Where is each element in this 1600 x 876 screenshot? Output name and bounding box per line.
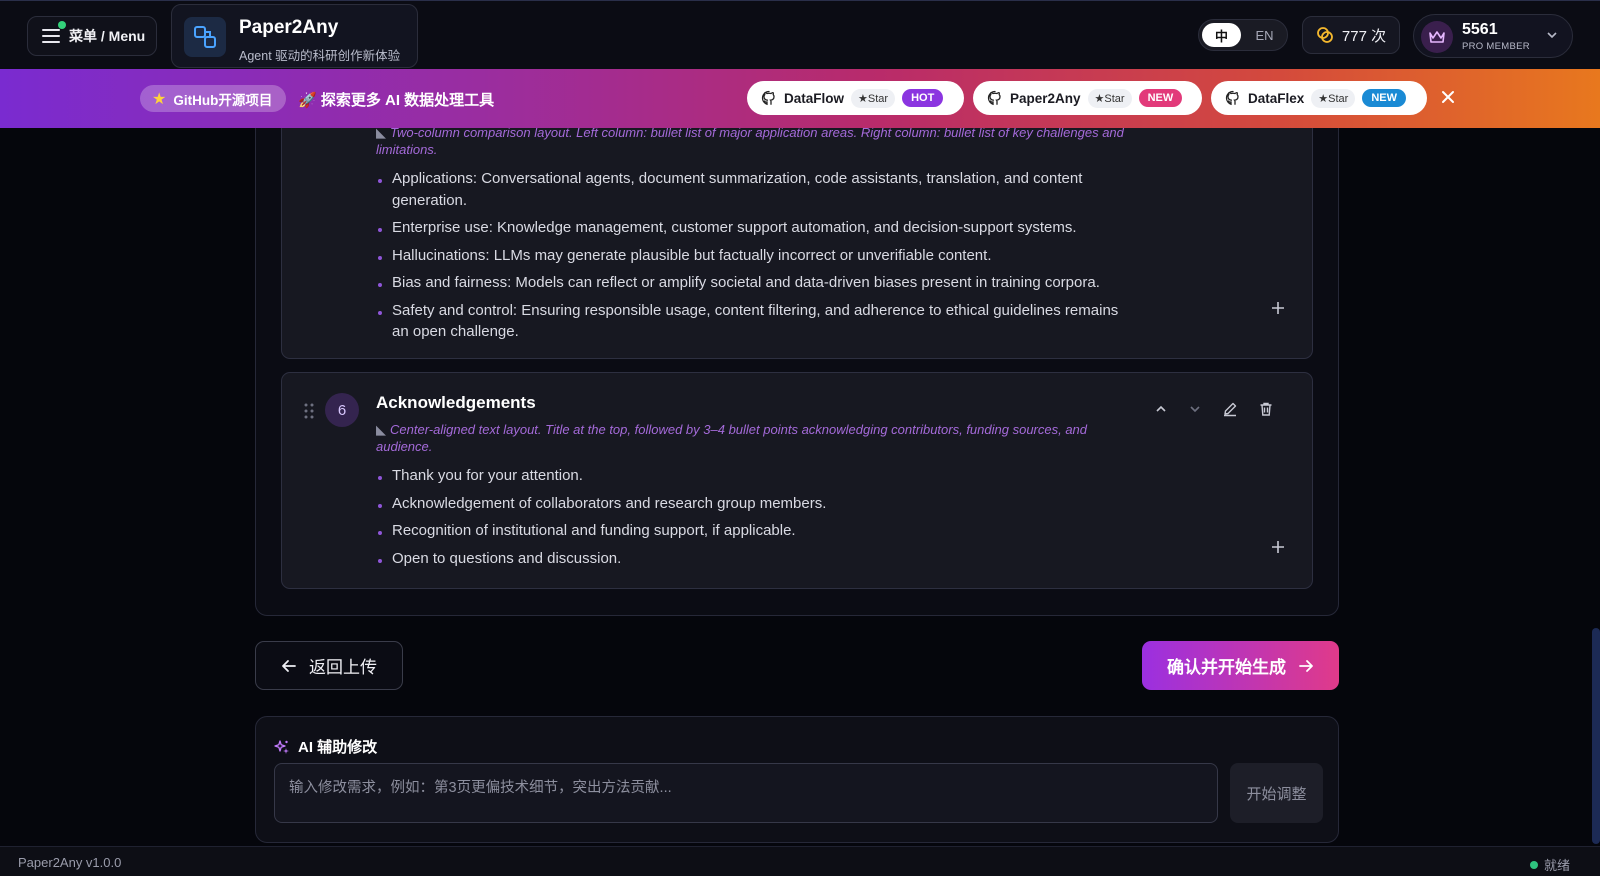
add-bullet-button[interactable] xyxy=(1270,298,1286,320)
notification-dot xyxy=(58,21,66,29)
confirm-label: 确认并开始生成 xyxy=(1167,658,1286,677)
outline-section-6: 6 Acknowledgements ◣ Center-aligned text … xyxy=(281,372,1313,589)
menu-button[interactable]: 菜单 / Menu xyxy=(27,16,157,56)
bullet-item[interactable]: Hallucinations: LLMs may generate plausi… xyxy=(376,245,1136,267)
hamburger-icon xyxy=(42,29,60,43)
language-toggle[interactable]: 中 EN xyxy=(1198,19,1288,51)
promo-banner: ★ GitHub开源项目 🚀 探索更多 AI 数据处理工具 DataFlow ★… xyxy=(0,69,1600,128)
close-icon[interactable] xyxy=(1440,89,1456,105)
back-to-upload-button[interactable]: 返回上传 xyxy=(255,641,403,690)
repo-badge-new: NEW xyxy=(1138,89,1183,107)
credits-counter[interactable]: 777 次 xyxy=(1302,16,1400,54)
arrow-right-icon xyxy=(1299,659,1313,672)
bullet-item[interactable]: Acknowledgement of collaborators and res… xyxy=(376,493,1136,515)
member-menu[interactable]: 5561 PRO MEMBER xyxy=(1413,14,1573,58)
bullet-item[interactable]: Thank you for your attention. xyxy=(376,465,1136,487)
coins-icon xyxy=(1316,27,1333,43)
brand[interactable]: Paper2Any Agent 驱动的科研创作新体验 xyxy=(171,4,418,68)
edit-icon[interactable] xyxy=(1222,401,1238,417)
move-down-icon[interactable] xyxy=(1188,402,1202,416)
start-adjust-button[interactable]: 开始调整 xyxy=(1230,763,1323,823)
chevron-down-icon xyxy=(1547,32,1557,39)
section-toolbar xyxy=(1154,401,1274,417)
add-bullet-button[interactable] xyxy=(1270,537,1286,559)
outline-section-5: ◣ Two-column comparison layout. Left colu… xyxy=(281,110,1313,359)
bullet-list: Thank you for your attention. Acknowledg… xyxy=(376,465,1136,575)
section-title: Acknowledgements xyxy=(376,393,536,412)
bullet-item[interactable]: Enterprise use: Knowledge management, cu… xyxy=(376,217,1136,239)
status-dot xyxy=(1529,860,1538,869)
github-icon xyxy=(987,90,1001,106)
bullet-item[interactable]: Safety and control: Ensuring responsible… xyxy=(376,300,1136,343)
status-text: 就绪 xyxy=(1543,858,1570,873)
repo-name: DataFlex xyxy=(1248,90,1305,106)
repo-badge-hot: HOT xyxy=(902,89,944,107)
app-logo-icon xyxy=(184,17,226,57)
credits-value: 777 次 xyxy=(1341,27,1387,45)
layout-note: ◣ Two-column comparison layout. Left colu… xyxy=(376,125,1124,157)
ai-assist-panel: AI 辅助修改 开始调整 xyxy=(255,716,1339,843)
bullet-item[interactable]: Applications: Conversational agents, doc… xyxy=(376,168,1136,211)
github-icon xyxy=(1225,90,1239,106)
bullet-item[interactable]: Open to questions and discussion. xyxy=(376,548,1136,570)
layout-note: ◣ Center-aligned text layout. Title at th… xyxy=(376,422,1088,454)
top-bar: 菜单 / Menu Paper2Any Agent 驱动的科研创作新体验 中 E… xyxy=(0,0,1600,69)
ruler-icon: ◣ xyxy=(376,422,386,437)
repo-link-dataflow[interactable]: DataFlow ★Star HOT xyxy=(747,81,964,115)
scrollbar-thumb[interactable] xyxy=(1592,628,1600,844)
plus-icon xyxy=(1272,541,1284,553)
repo-name: DataFlow xyxy=(784,90,845,106)
github-icon xyxy=(761,90,775,106)
sparkles-icon xyxy=(274,739,289,754)
member-tier: PRO MEMBER xyxy=(1462,41,1530,52)
status-footer: Paper2Any v1.0.0 就绪 xyxy=(0,846,1600,876)
bullet-list: Applications: Conversational agents, doc… xyxy=(376,168,1136,349)
brand-title: Paper2Any xyxy=(239,17,339,38)
repo-link-dataflex[interactable]: DataFlex ★Star NEW xyxy=(1211,81,1427,115)
section-number: 6 xyxy=(325,393,359,427)
repo-star-chip: ★Star xyxy=(1311,88,1356,108)
explore-text: 🚀 探索更多 AI 数据处理工具 xyxy=(298,92,495,109)
repo-name: Paper2Any xyxy=(1010,90,1081,106)
ai-request-input[interactable] xyxy=(274,763,1218,823)
confirm-generate-button[interactable]: 确认并开始生成 xyxy=(1142,641,1339,690)
move-up-icon[interactable] xyxy=(1154,402,1168,416)
repo-badge-new: NEW xyxy=(1362,89,1406,107)
plus-icon xyxy=(1272,302,1284,314)
bullet-item[interactable]: Bias and fairness: Models can reflect or… xyxy=(376,272,1136,294)
back-label: 返回上传 xyxy=(309,658,377,677)
delete-icon[interactable] xyxy=(1258,401,1274,417)
brand-subtitle: Agent 驱动的科研创作新体验 xyxy=(239,49,401,63)
member-points: 5561 xyxy=(1462,21,1498,38)
app-version: Paper2Any v1.0.0 xyxy=(18,855,122,870)
arrow-left-icon xyxy=(282,659,296,672)
crown-icon xyxy=(1421,21,1453,53)
repo-link-paper2any[interactable]: Paper2Any ★Star NEW xyxy=(973,81,1202,115)
bullet-item[interactable]: Recognition of institutional and funding… xyxy=(376,520,1136,542)
star-icon: ★ xyxy=(152,90,167,108)
repo-star-chip: ★Star xyxy=(851,88,896,108)
github-label: GitHub开源项目 xyxy=(173,92,273,108)
github-pill[interactable]: ★ GitHub开源项目 xyxy=(140,85,286,112)
drag-handle-icon[interactable] xyxy=(304,403,314,419)
status-indicator: 就绪 xyxy=(1529,855,1570,874)
lang-zh-option[interactable]: 中 xyxy=(1202,23,1241,47)
ai-assist-title: AI 辅助修改 xyxy=(274,736,377,757)
menu-label: 菜单 / Menu xyxy=(69,28,146,44)
lang-en-option[interactable]: EN xyxy=(1245,28,1284,43)
repo-star-chip: ★Star xyxy=(1087,88,1132,108)
